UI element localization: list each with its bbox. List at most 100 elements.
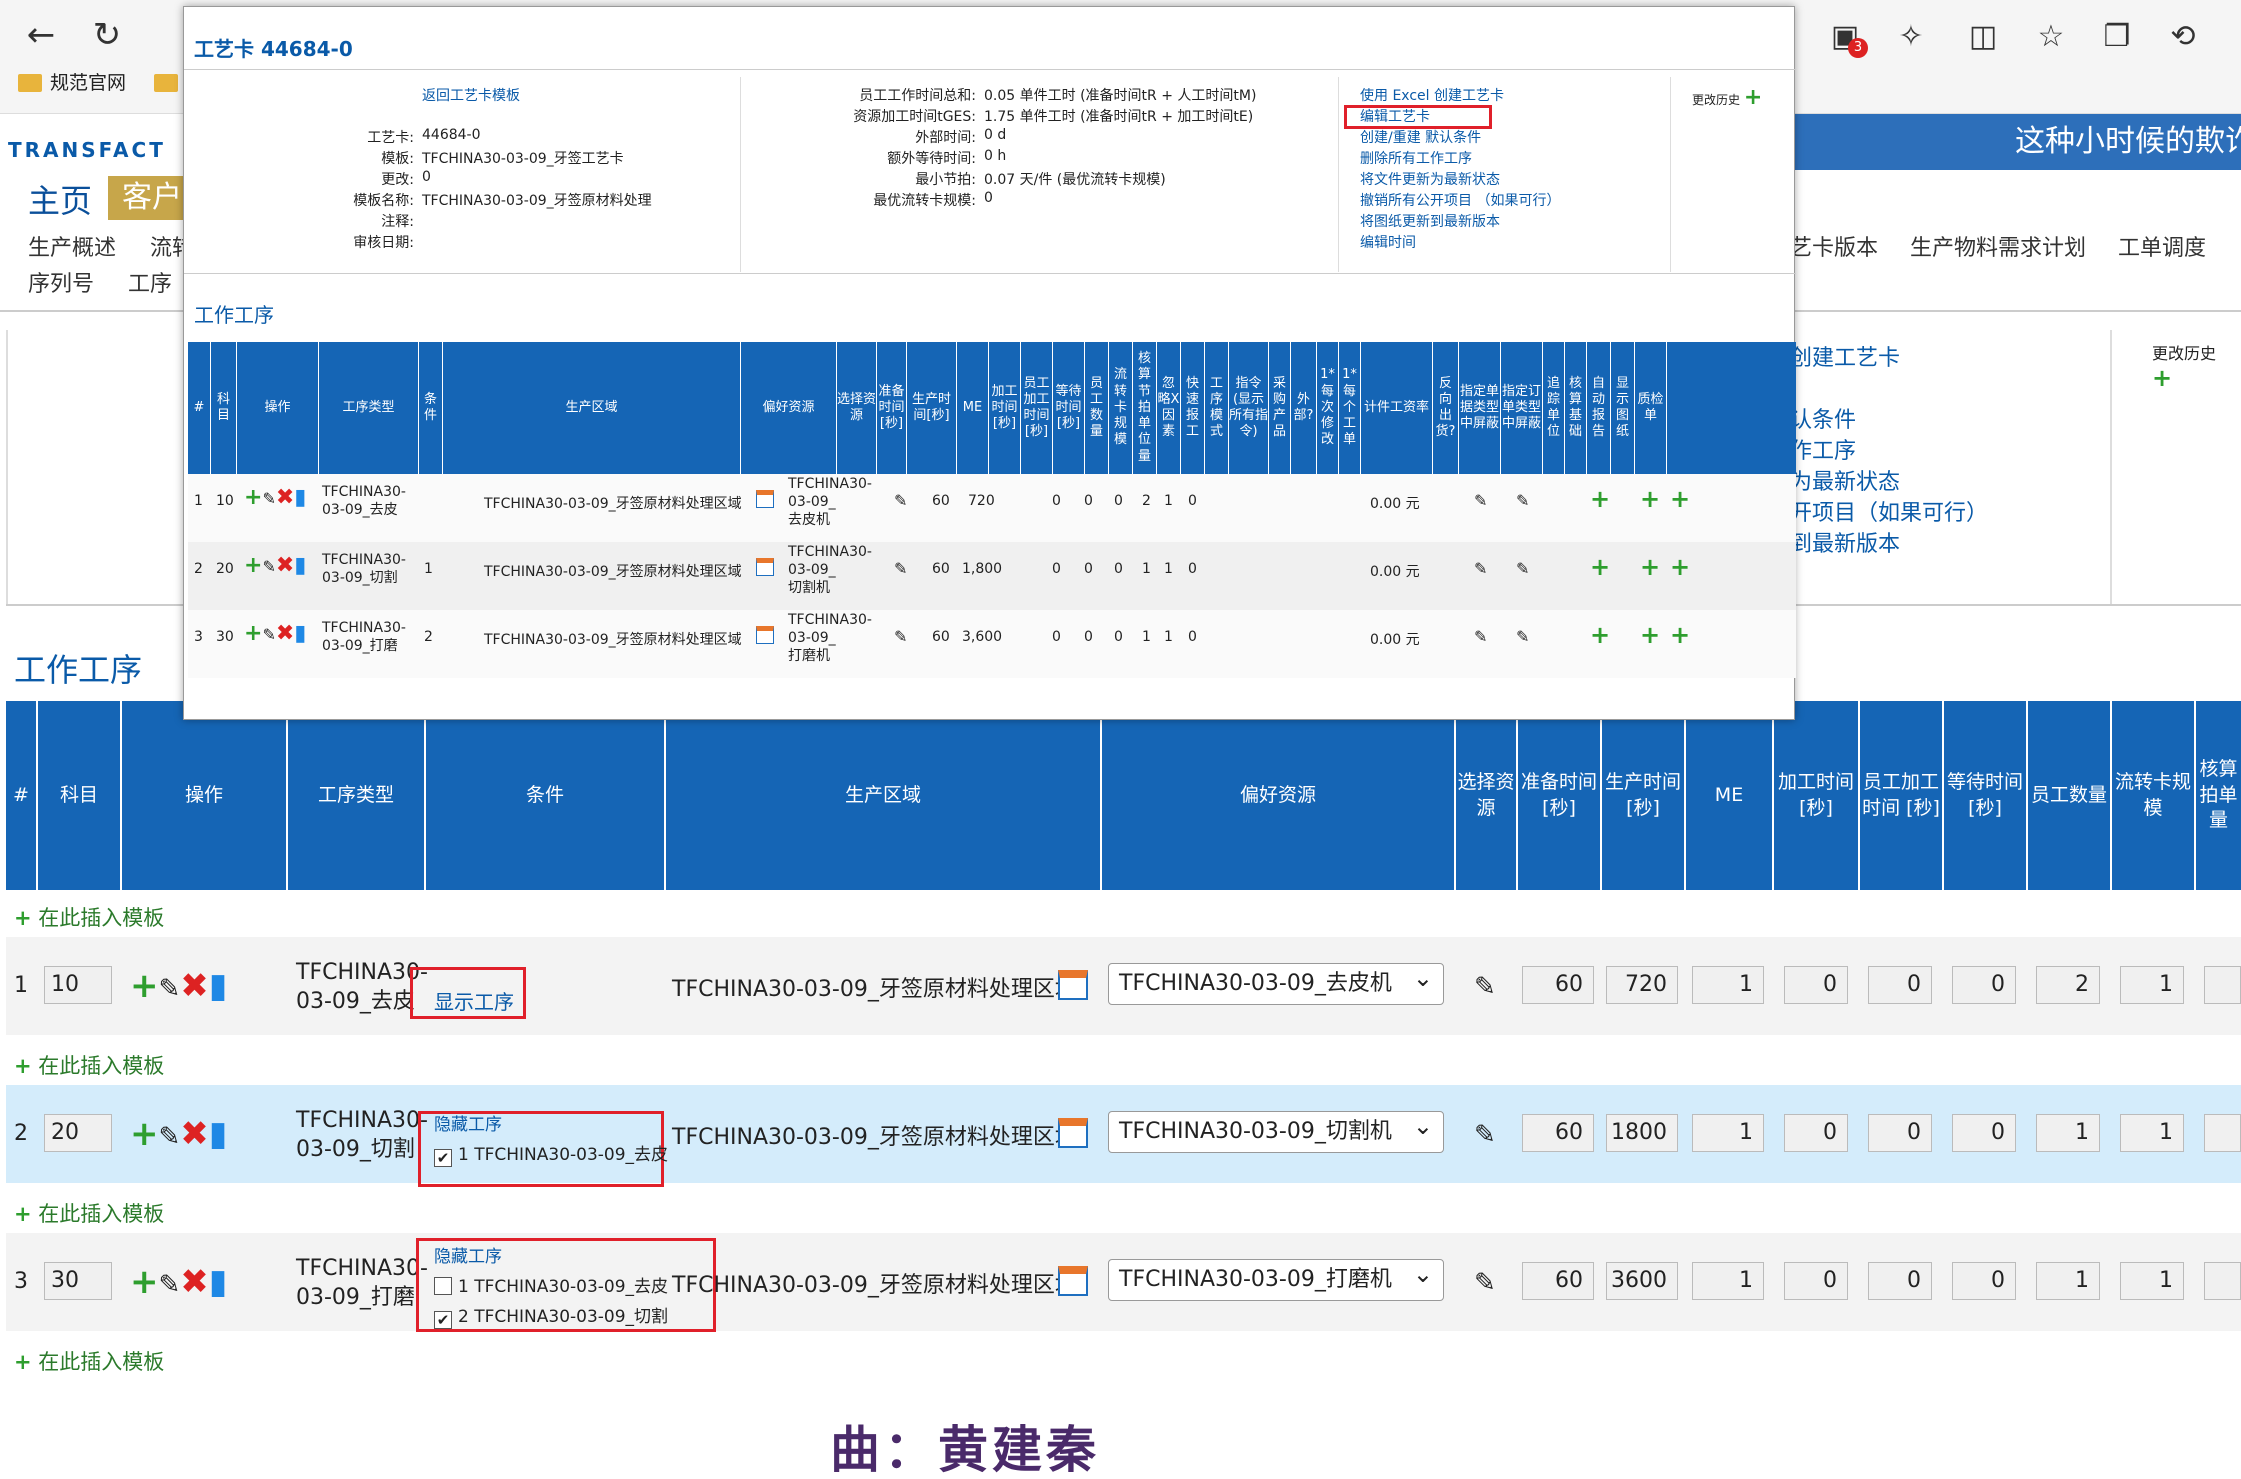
edit-icon[interactable]: ✎ <box>1474 559 1487 578</box>
edit-icon[interactable]: ✎ <box>1516 559 1529 578</box>
collections-icon[interactable]: ❐ <box>2094 14 2140 60</box>
menu-mrp[interactable]: 生产物料需求计划 <box>1910 230 2086 262</box>
bookmark-item[interactable]: 规范官网 <box>18 68 186 95</box>
hide-process-link[interactable]: 隐藏工序 <box>434 1110 502 1135</box>
update-drawings-link[interactable]: 将图纸更新到最新版本 <box>1360 211 1500 231</box>
excel-create-link[interactable]: 使用 Excel 创建工艺卡 <box>1360 85 1504 105</box>
staff-time-input[interactable]: 0 <box>1868 966 1932 1004</box>
edit-icon[interactable]: ✎ <box>1516 627 1529 646</box>
favorites-icon[interactable]: ☆ <box>2028 14 2074 60</box>
prod-time-input[interactable]: 1800 <box>1606 1114 1678 1152</box>
card-size-input[interactable]: 1 <box>2120 966 2184 1004</box>
add-icon[interactable]: + <box>1590 553 1610 581</box>
delete-processes-link[interactable]: 删除所有工作工序 <box>1360 148 1472 168</box>
me-input[interactable]: 1 <box>1692 966 1764 1004</box>
condition-item[interactable]: ✔ 2 TFCHINA30-03-09_切割 <box>434 1302 668 1329</box>
checkbox-checked-icon[interactable]: ✔ <box>434 1311 452 1329</box>
link-default-condition[interactable]: 认条件 <box>1790 402 1856 434</box>
add-icon[interactable]: + <box>244 485 262 510</box>
staff-count-input[interactable]: 1 <box>2036 1262 2100 1300</box>
hide-process-link[interactable]: 隐藏工序 <box>434 1242 502 1267</box>
split-screen-icon[interactable]: ◫ <box>1960 14 2006 60</box>
delete-icon[interactable]: ✖ <box>180 1262 209 1302</box>
add-icon[interactable]: + <box>130 1114 159 1154</box>
menu-dispatch[interactable]: 工单调度 <box>2118 230 2206 262</box>
edit-icon[interactable]: ✎ <box>262 625 275 644</box>
prep-time-input[interactable]: 60 <box>1522 1262 1594 1300</box>
delete-icon[interactable]: ✖ <box>276 621 294 646</box>
edit-icon[interactable]: ✎ <box>1474 627 1487 646</box>
calendar-icon[interactable] <box>1058 970 1088 1000</box>
menu-process[interactable]: 工序 <box>128 266 172 298</box>
staff-time-input[interactable]: 0 <box>1868 1262 1932 1300</box>
staff-count-input[interactable]: 2 <box>2036 966 2100 1004</box>
me-input[interactable]: 1 <box>1692 1114 1764 1152</box>
add-icon[interactable]: + <box>1640 553 1660 581</box>
edit-icon[interactable]: ✎ <box>894 627 907 646</box>
resource-select[interactable]: TFCHINA30-03-09_去皮机 <box>1108 958 1444 1005</box>
wait-time-input[interactable]: 0 <box>1952 1114 2016 1152</box>
menu-serial[interactable]: 序列号 <box>28 266 94 298</box>
history-link[interactable]: 更改历史 + <box>1692 85 1762 110</box>
wait-time-input[interactable]: 0 <box>1952 1262 2016 1300</box>
insert-template-link[interactable]: + 在此插入模板 <box>14 1346 164 1376</box>
wait-time-input[interactable]: 0 <box>1952 966 2016 1004</box>
back-icon[interactable]: ← <box>20 14 62 56</box>
me-input[interactable]: 1 <box>1692 1262 1764 1300</box>
batch-input[interactable] <box>2204 1114 2241 1152</box>
add-icon[interactable]: + <box>1590 621 1610 649</box>
delete-icon[interactable]: ✖ <box>180 1114 209 1154</box>
link-open-items[interactable]: 开项目（如果可行） <box>1790 495 1988 527</box>
edit-icon[interactable]: ✎ <box>262 557 275 576</box>
doc-icon[interactable]: ▮ <box>209 1262 228 1302</box>
edit-icon[interactable]: ✎ <box>1516 491 1529 510</box>
revoke-items-link[interactable]: 撤销所有公开项目 （如果可行） <box>1360 190 1560 210</box>
calendar-icon[interactable] <box>756 558 774 576</box>
condition-item[interactable]: ✔ 1 TFCHINA30-03-09_去皮 <box>434 1140 668 1167</box>
edit-icon[interactable]: ✎ <box>894 491 907 510</box>
tab-client[interactable]: 客户 <box>108 176 188 220</box>
card-size-input[interactable]: 1 <box>2120 1114 2184 1152</box>
calendar-icon[interactable] <box>756 490 774 508</box>
add-icon[interactable]: + <box>1640 621 1660 649</box>
back-to-template-link[interactable]: 返回工艺卡模板 <box>422 85 520 105</box>
prep-time-input[interactable]: 60 <box>1522 966 1594 1004</box>
staff-count-input[interactable]: 1 <box>2036 1114 2100 1152</box>
add-icon[interactable]: + <box>1590 485 1610 513</box>
condition-item[interactable]: 1 TFCHINA30-03-09_去皮 <box>434 1272 668 1297</box>
calendar-icon[interactable] <box>756 626 774 644</box>
show-process-link[interactable]: 显示工序 <box>434 986 514 1015</box>
machining-time-input[interactable]: 0 <box>1784 966 1848 1004</box>
link-create-card[interactable]: 创建工艺卡 <box>1790 340 1900 372</box>
delete-icon[interactable]: ✖ <box>180 966 209 1006</box>
prod-time-input[interactable]: 3600 <box>1606 1262 1678 1300</box>
doc-icon[interactable]: ▮ <box>294 553 306 578</box>
puzzle-icon[interactable]: ✧ <box>1888 14 1934 60</box>
add-icon[interactable]: + <box>1670 621 1690 649</box>
add-icon[interactable]: + <box>130 966 159 1006</box>
calendar-icon[interactable] <box>1058 1266 1088 1296</box>
edit-icon[interactable]: ✎ <box>159 1270 181 1300</box>
checkbox-unchecked-icon[interactable] <box>434 1277 452 1295</box>
edit-icon[interactable]: ✎ <box>262 489 275 508</box>
add-icon[interactable]: + <box>244 553 262 578</box>
edit-time-link[interactable]: 编辑时间 <box>1360 232 1416 252</box>
insert-template-link[interactable]: + 在此插入模板 <box>14 1050 164 1080</box>
add-icon[interactable]: + <box>1670 485 1690 513</box>
batch-input[interactable] <box>2204 966 2241 1004</box>
account-input[interactable]: 30 <box>44 1262 112 1300</box>
staff-time-input[interactable]: 0 <box>1868 1114 1932 1152</box>
edit-icon[interactable]: ✎ <box>894 559 907 578</box>
extension-badge-icon[interactable]: ▣ 3 <box>1822 14 1868 60</box>
edit-icon[interactable]: ✎ <box>1474 1268 1496 1298</box>
menu-overview[interactable]: 生产概述 <box>28 230 116 262</box>
prep-time-input[interactable]: 60 <box>1522 1114 1594 1152</box>
doc-icon[interactable]: ▮ <box>209 966 228 1006</box>
delete-icon[interactable]: ✖ <box>276 485 294 510</box>
add-icon[interactable]: + <box>1640 485 1660 513</box>
update-files-link[interactable]: 将文件更新为最新状态 <box>1360 169 1500 189</box>
add-icon[interactable]: + <box>1670 553 1690 581</box>
resource-select[interactable]: TFCHINA30-03-09_切割机 <box>1108 1106 1444 1153</box>
link-latest-version[interactable]: 到最新版本 <box>1790 526 1900 558</box>
add-icon[interactable]: + <box>130 1262 159 1302</box>
